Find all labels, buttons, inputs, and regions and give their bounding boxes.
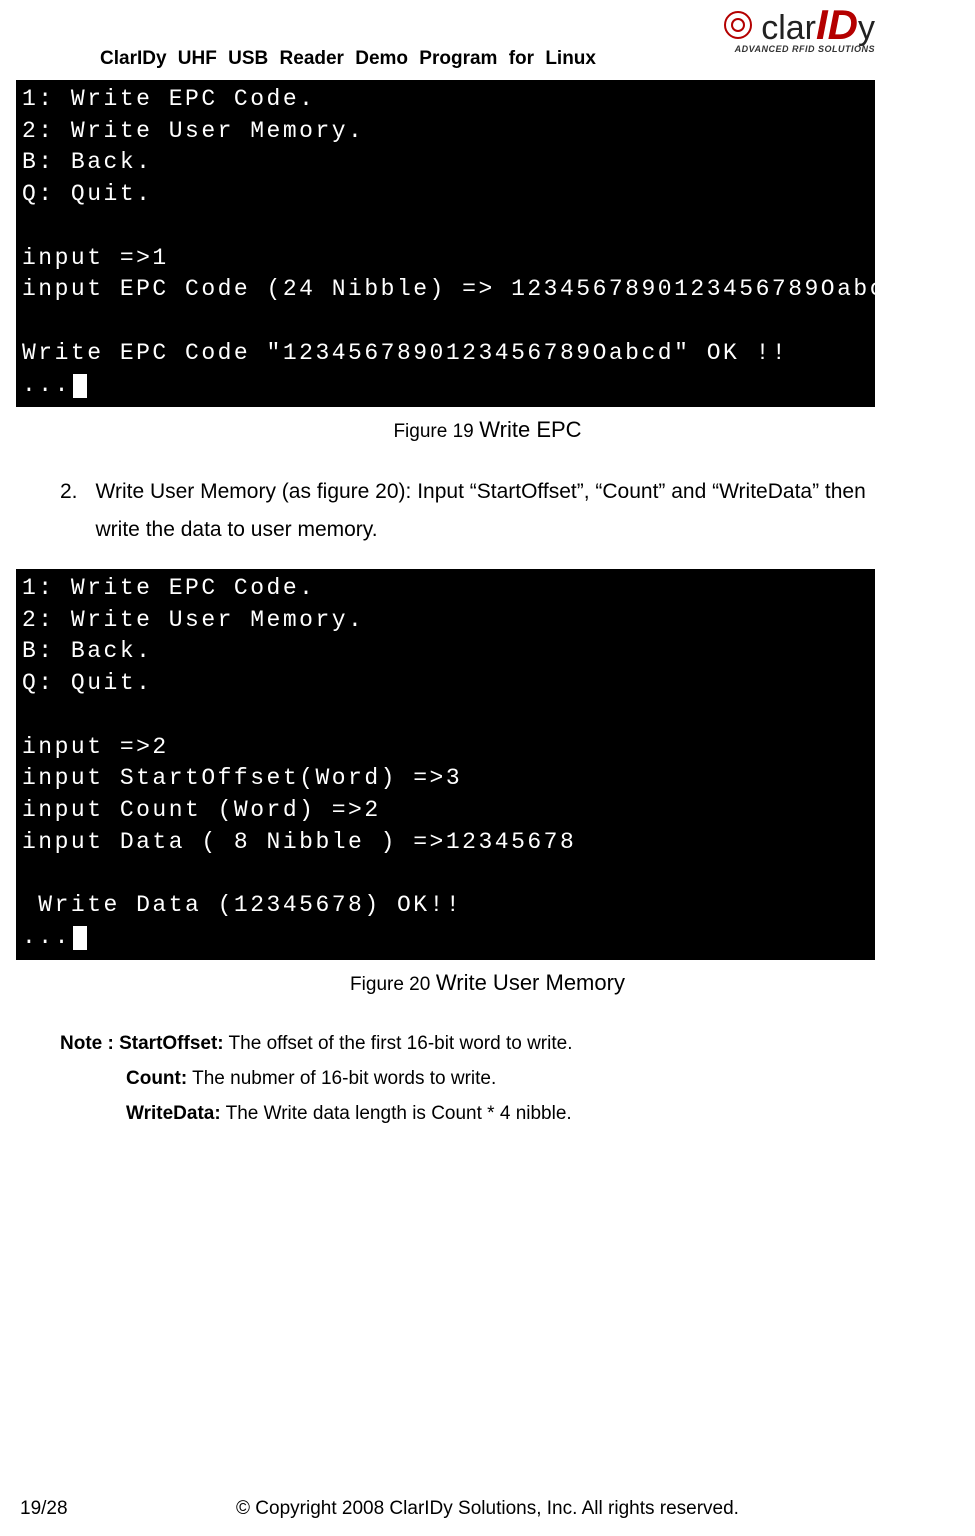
note-startoffset-text: The offset of the first 16-bit word to w…	[224, 1033, 573, 1054]
terminal2-line-3: Q: Quit.	[22, 670, 152, 696]
terminal1-line-1: 2: Write User Memory.	[22, 118, 364, 144]
terminal1-line-0: 1: Write EPC Code.	[22, 86, 315, 112]
terminal2-line-5: input =>2	[22, 734, 169, 760]
note-row-2: Count: The nubmer of 16-bit words to wri…	[60, 1061, 875, 1096]
logo-text: clarIDy	[761, 4, 875, 46]
note-writedata-text: The Write data length is Count * 4 nibbl…	[221, 1103, 572, 1124]
terminal2-line-7: input Count (Word) =>2	[22, 797, 381, 823]
terminal2-prompt: ...	[22, 924, 71, 950]
terminal-write-epc: 1: Write EPC Code. 2: Write User Memory.…	[16, 80, 875, 407]
list-item: 2. Write User Memory (as figure 20): Inp…	[60, 473, 875, 549]
header-title: ClarIDy UHF USB Reader Demo Program for …	[100, 48, 596, 70]
logo-post: y	[858, 9, 875, 47]
figure-title: Write EPC	[479, 417, 581, 442]
terminal1-line-2: B: Back.	[22, 149, 152, 175]
note-lead: Note :	[60, 1033, 119, 1054]
figure-caption-19: Figure 19 Write EPC	[0, 417, 975, 443]
logo-wrap: clarIDy	[717, 4, 875, 46]
terminal2-line-6: input StartOffset(Word) =>3	[22, 765, 462, 791]
terminal1-prompt: ...	[22, 372, 71, 398]
terminal2-line-8: input Data ( 8 Nibble ) =>12345678	[22, 829, 576, 855]
figure-caption-20: Figure 20 Write User Memory	[0, 970, 975, 996]
list-text: Write User Memory (as figure 20): Input …	[96, 473, 875, 549]
note-count-text: The nubmer of 16-bit words to write.	[187, 1068, 496, 1089]
page-footer: 19/28 © Copyright 2008 ClarIDy Solutions…	[0, 1498, 975, 1520]
note-startoffset-label: StartOffset:	[119, 1033, 224, 1054]
copyright-text: © Copyright 2008 ClarIDy Solutions, Inc.…	[100, 1498, 875, 1520]
note-row-3: WriteData: The Write data length is Coun…	[60, 1096, 875, 1131]
logo-subtitle: ADVANCED RFID SOLUTIONS	[717, 44, 875, 54]
terminal-write-user-memory: 1: Write EPC Code. 2: Write User Memory.…	[16, 569, 875, 960]
terminal1-line-6: input EPC Code (24 Nibble) => 1234567890…	[22, 276, 902, 302]
terminal1-line-5: input =>1	[22, 245, 169, 271]
figure-title: Write User Memory	[436, 970, 625, 995]
figure-number: Figure 20	[350, 974, 430, 995]
cursor-icon	[73, 374, 87, 398]
terminal2-line-1: 2: Write User Memory.	[22, 607, 364, 633]
logo-mid: ID	[816, 1, 858, 48]
terminal2-line-0: 1: Write EPC Code.	[22, 575, 315, 601]
document-page: ClarIDy UHF USB Reader Demo Program for …	[0, 0, 975, 1536]
note-writedata-label: WriteData:	[126, 1103, 221, 1124]
terminal1-line-8: Write EPC Code "1234567890123456789Oabcd…	[22, 340, 788, 366]
cursor-icon	[73, 926, 87, 950]
terminal2-line-10: Write Data (12345678) OK!!	[22, 892, 462, 918]
list-number: 2.	[60, 473, 78, 549]
terminal1-line-3: Q: Quit.	[22, 181, 152, 207]
terminal2-line-2: B: Back.	[22, 638, 152, 664]
note-count-label: Count:	[126, 1068, 187, 1089]
step-description: 2. Write User Memory (as figure 20): Inp…	[60, 473, 875, 549]
logo-pre: clar	[761, 9, 816, 47]
note-row-1: Note : StartOffset: The offset of the fi…	[60, 1026, 875, 1061]
page-header: ClarIDy UHF USB Reader Demo Program for …	[0, 8, 975, 78]
brand-logo: clarIDy ADVANCED RFID SOLUTIONS	[717, 4, 875, 54]
figure-number: Figure 19	[393, 421, 473, 442]
notes-block: Note : StartOffset: The offset of the fi…	[60, 1026, 875, 1131]
rfid-waves-icon	[717, 10, 757, 40]
